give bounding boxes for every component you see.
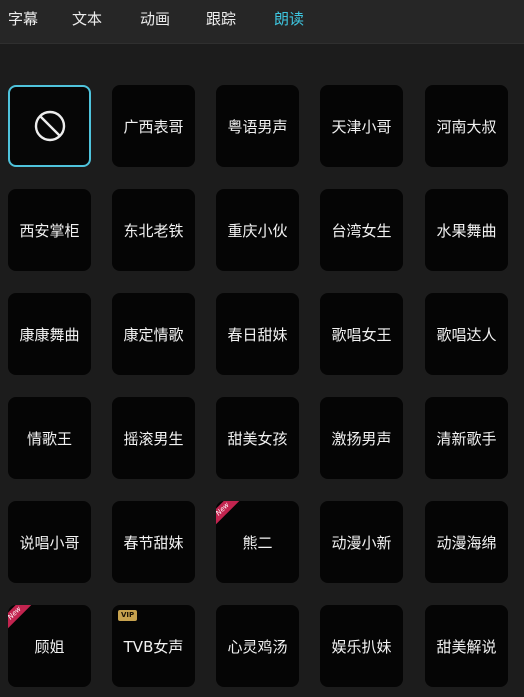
voice-label: 动漫海绵 [436, 533, 497, 552]
voice-option[interactable]: 歌唱达人 [425, 293, 508, 375]
tab-text[interactable]: 文本 [72, 8, 102, 30]
voice-label: 春日甜妹 [227, 325, 288, 344]
voice-option[interactable]: 春节甜妹 [112, 501, 195, 583]
voice-grid: 广西表哥 粤语男声 天津小哥 河南大叔 西安掌柜 东北老铁 重庆小伙 台湾女生 … [0, 44, 524, 697]
voice-option[interactable]: 水果舞曲 [425, 189, 508, 271]
voice-label: 说唱小哥 [19, 533, 80, 552]
voice-label: TVB女声 [123, 637, 184, 656]
voice-option[interactable]: 娱乐扒妹 [320, 605, 403, 687]
voice-label: 天津小哥 [331, 117, 392, 136]
voice-option[interactable]: 动漫海绵 [425, 501, 508, 583]
new-badge-text: New [8, 605, 33, 631]
voice-option[interactable]: 甜美解说 [425, 605, 508, 687]
voice-label: 重庆小伙 [227, 221, 288, 240]
voice-label: 东北老铁 [123, 221, 184, 240]
voice-option[interactable]: 重庆小伙 [216, 189, 299, 271]
voice-option[interactable]: 动漫小新 [320, 501, 403, 583]
new-badge-text: New [216, 501, 241, 527]
voice-label: 情歌王 [26, 429, 72, 448]
voice-option[interactable]: 激扬男声 [320, 397, 403, 479]
tab-tracking[interactable]: 跟踪 [206, 8, 236, 30]
voice-option[interactable]: 粤语男声 [216, 85, 299, 167]
voice-label: 激扬男声 [331, 429, 392, 448]
voice-label: 歌唱达人 [436, 325, 497, 344]
tab-subtitle[interactable]: 字幕 [8, 8, 38, 30]
voice-label: 西安掌柜 [19, 221, 80, 240]
new-badge: New [216, 501, 242, 527]
voice-option[interactable]: 甜美女孩 [216, 397, 299, 479]
voice-option[interactable]: 春日甜妹 [216, 293, 299, 375]
voice-option-none[interactable] [8, 85, 91, 167]
voice-label: 粤语男声 [227, 117, 288, 136]
voice-option[interactable]: 说唱小哥 [8, 501, 91, 583]
voice-label: 清新歌手 [436, 429, 497, 448]
tab-read-aloud[interactable]: 朗读 [274, 8, 304, 30]
voice-label: 歌唱女王 [331, 325, 392, 344]
voice-option[interactable]: 情歌王 [8, 397, 91, 479]
voice-option[interactable]: 广西表哥 [112, 85, 195, 167]
top-tab-bar: 字幕 文本 动画 跟踪 朗读 [0, 0, 524, 44]
voice-label: 水果舞曲 [436, 221, 497, 240]
voice-option[interactable]: 康定情歌 [112, 293, 195, 375]
voice-option[interactable]: 清新歌手 [425, 397, 508, 479]
new-badge: New [8, 605, 34, 631]
voice-option[interactable]: 西安掌柜 [8, 189, 91, 271]
voice-label: 摇滚男生 [123, 429, 184, 448]
voice-option[interactable]: 台湾女生 [320, 189, 403, 271]
voice-option[interactable]: 心灵鸡汤 [216, 605, 299, 687]
voice-label: 康康舞曲 [19, 325, 80, 344]
voice-option[interactable]: 河南大叔 [425, 85, 508, 167]
voice-option[interactable]: 康康舞曲 [8, 293, 91, 375]
voice-label: 娱乐扒妹 [331, 637, 392, 656]
voice-label: 广西表哥 [123, 117, 184, 136]
tab-animation[interactable]: 动画 [140, 8, 170, 30]
voice-label: 康定情歌 [123, 325, 184, 344]
voice-label: 心灵鸡汤 [227, 637, 288, 656]
voice-option[interactable]: VIP TVB女声 [112, 605, 195, 687]
voice-label: 春节甜妹 [123, 533, 184, 552]
voice-option[interactable]: 东北老铁 [112, 189, 195, 271]
voice-label: 甜美解说 [436, 637, 497, 656]
voice-option[interactable]: 天津小哥 [320, 85, 403, 167]
voice-label: 熊二 [242, 533, 273, 552]
vip-badge: VIP [118, 610, 138, 621]
voice-label: 顾姐 [34, 637, 65, 656]
voice-label: 动漫小新 [331, 533, 392, 552]
voice-label: 台湾女生 [331, 221, 392, 240]
voice-label: 甜美女孩 [227, 429, 288, 448]
voice-option[interactable]: 歌唱女王 [320, 293, 403, 375]
voice-option[interactable]: New 熊二 [216, 501, 299, 583]
voice-option[interactable]: New 顾姐 [8, 605, 91, 687]
none-icon [34, 110, 65, 142]
voice-label: 河南大叔 [436, 117, 497, 136]
voice-option[interactable]: 摇滚男生 [112, 397, 195, 479]
